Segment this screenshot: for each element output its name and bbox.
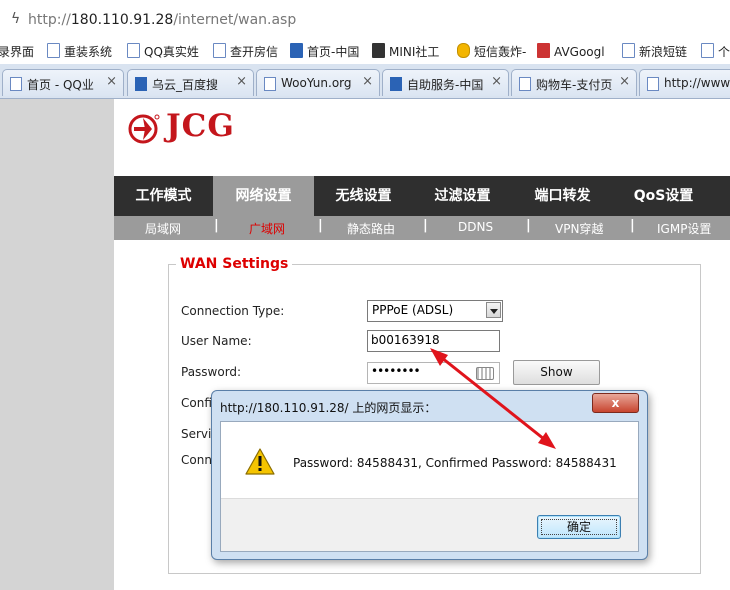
annotation-arrow-line xyxy=(431,348,550,445)
annotation-arrowhead xyxy=(430,348,448,366)
annotation-arrows xyxy=(430,348,556,449)
